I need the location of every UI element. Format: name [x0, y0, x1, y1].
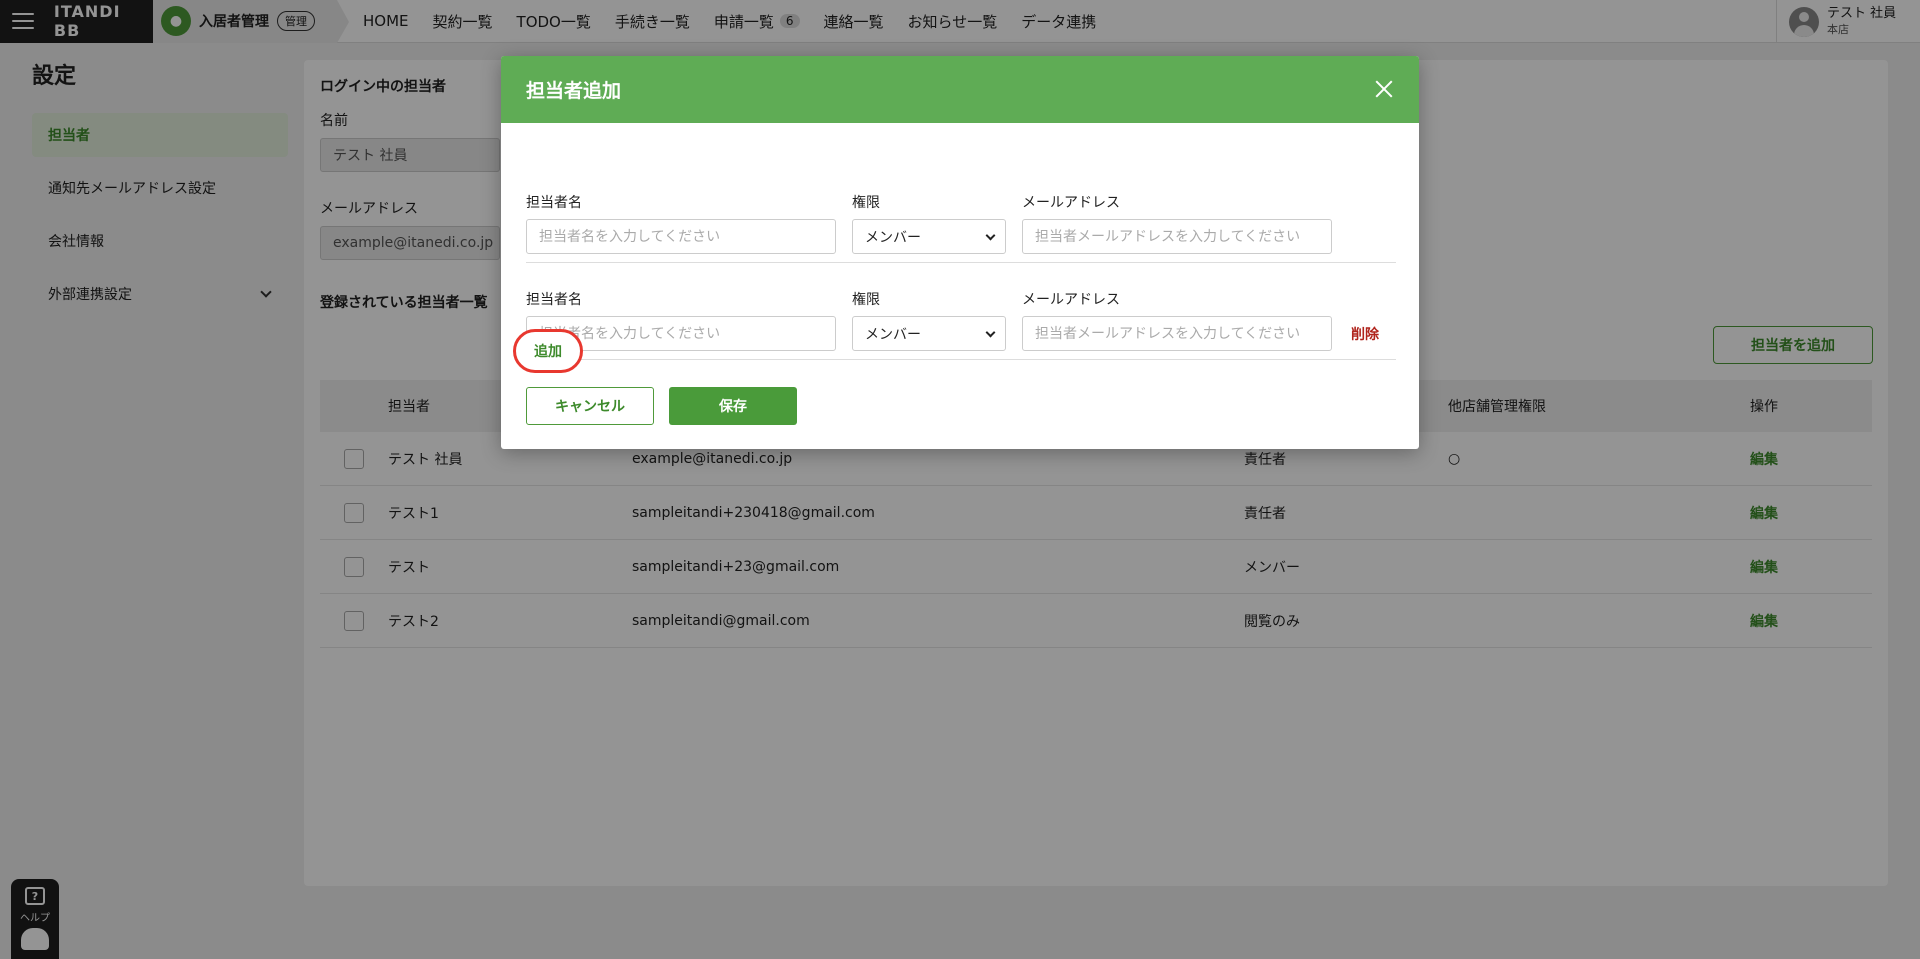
modal-title: 担当者追加: [526, 80, 622, 102]
role-select-value: メンバー: [865, 326, 921, 343]
add-entry-button[interactable]: 追加: [513, 329, 583, 373]
email-label: メールアドレス: [1022, 195, 1120, 211]
modal-header: 担当者追加: [501, 56, 1419, 123]
staff-name-label: 担当者名: [526, 292, 582, 308]
staff-entry-1: 担当者名 権限 メンバー メールアドレス: [526, 166, 1396, 263]
staff-email-input[interactable]: [1022, 316, 1332, 351]
email-label: メールアドレス: [1022, 292, 1120, 308]
staff-email-input[interactable]: [1022, 219, 1332, 254]
staff-name-label: 担当者名: [526, 195, 582, 211]
role-label: 権限: [852, 292, 880, 308]
role-select[interactable]: メンバー: [852, 316, 1006, 351]
role-select[interactable]: メンバー: [852, 219, 1006, 254]
close-icon[interactable]: [1373, 78, 1395, 100]
delete-entry-link[interactable]: 削除: [1351, 324, 1379, 344]
role-label: 権限: [852, 195, 880, 211]
save-button[interactable]: 保存: [669, 387, 797, 425]
staff-entry-2: 担当者名 権限 メンバー メールアドレス 削除: [526, 263, 1396, 360]
cancel-button[interactable]: キャンセル: [526, 387, 654, 425]
chevron-down-icon: [985, 230, 996, 241]
staff-name-input[interactable]: [526, 219, 836, 254]
add-staff-modal: 担当者追加 担当者名 権限 メンバー メールアドレス 担当者名 権限 メンバー …: [501, 56, 1419, 449]
chevron-down-icon: [985, 327, 996, 338]
role-select-value: メンバー: [865, 229, 921, 246]
